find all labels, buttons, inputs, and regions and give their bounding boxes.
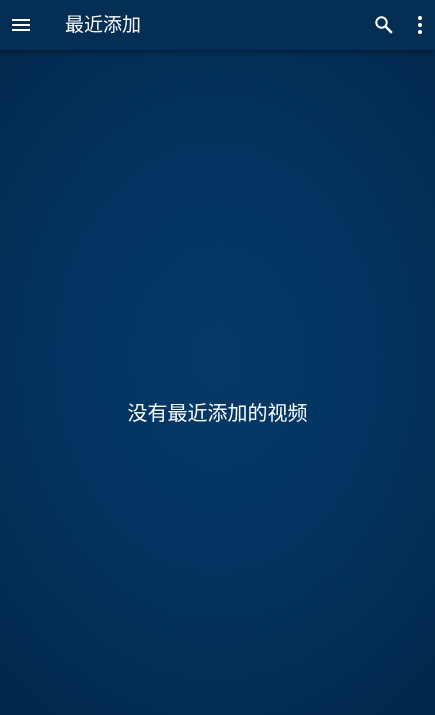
menu-icon <box>12 19 30 31</box>
search-button[interactable] <box>363 4 405 46</box>
page-title: 最近添加 <box>65 14 142 36</box>
menu-button[interactable] <box>0 4 42 46</box>
empty-state-message: 没有最近添加的视频 <box>127 401 308 425</box>
search-icon <box>375 16 393 34</box>
more-vertical-icon <box>418 16 422 34</box>
video-library-screen: 最近添加 没有最近添加的视频 <box>0 0 435 715</box>
more-options-button[interactable] <box>405 4 435 46</box>
top-app-bar: 最近添加 <box>0 0 435 50</box>
